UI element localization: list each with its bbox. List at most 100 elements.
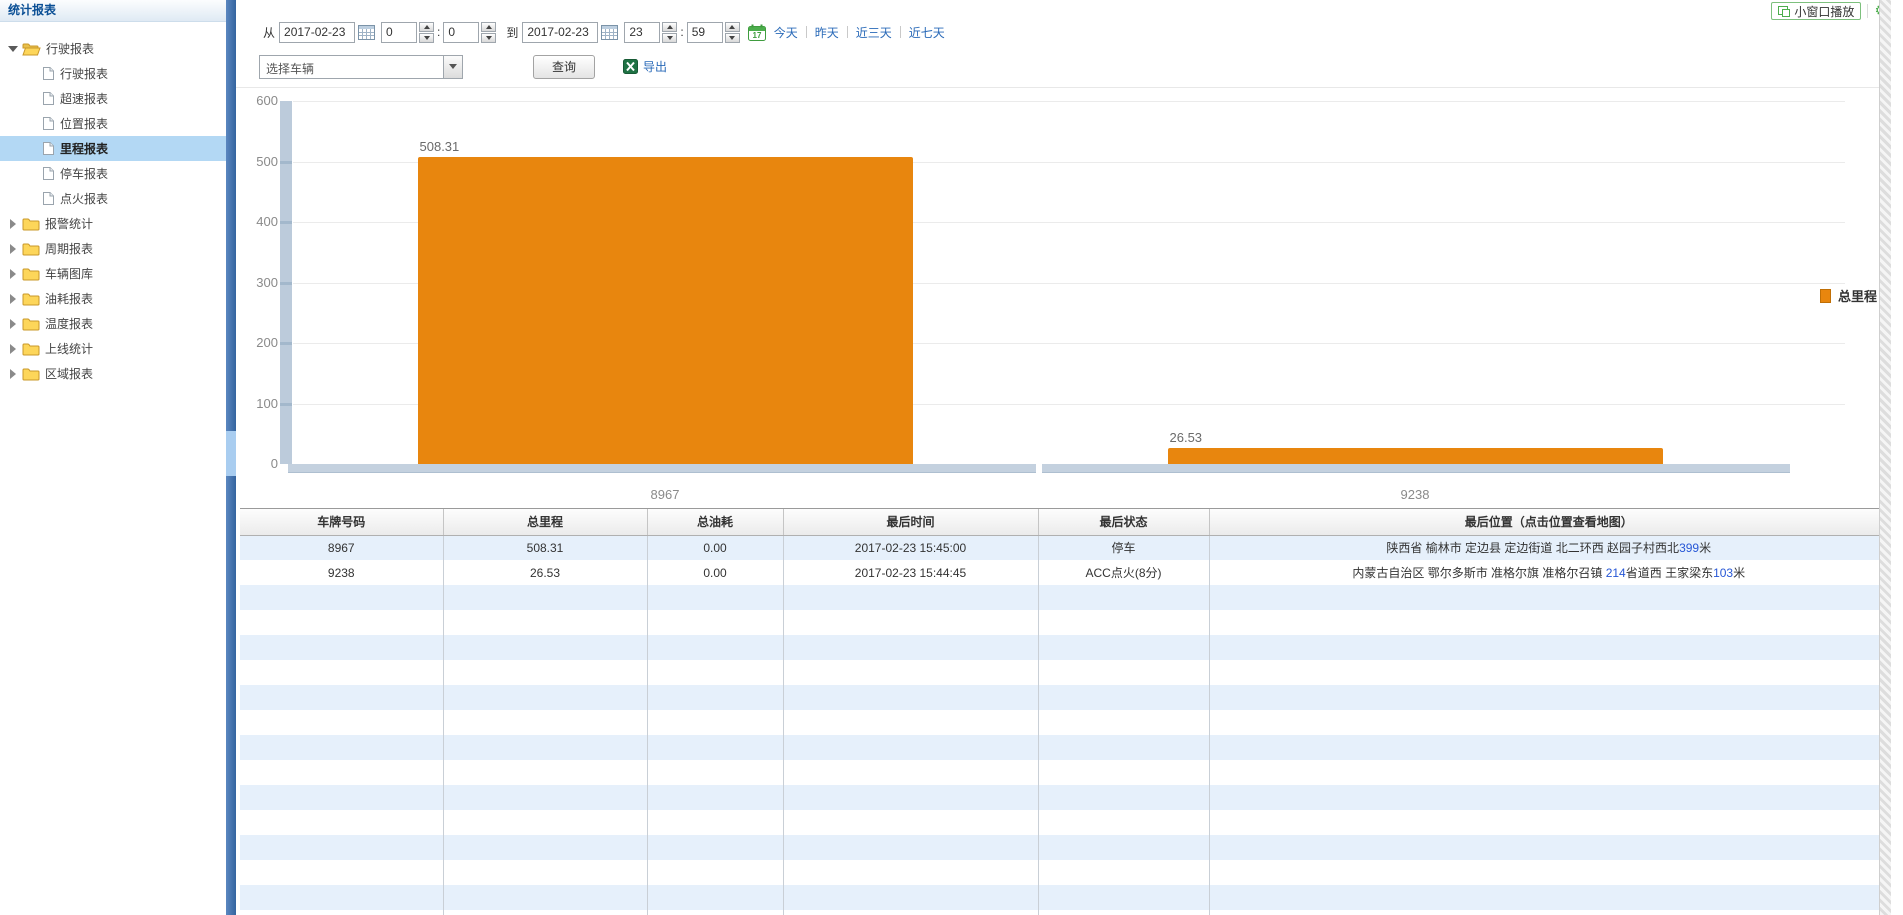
sidebar-item-周期报表[interactable]: 周期报表	[0, 236, 226, 261]
spin-up-icon[interactable]	[662, 22, 677, 32]
column-header-4[interactable]: 最后时间	[783, 509, 1038, 535]
from-minute-input[interactable]	[443, 22, 479, 43]
sidebar-item-报警统计[interactable]: 报警统计	[0, 211, 226, 236]
expand-arrow-icon[interactable]	[6, 344, 20, 354]
from-minute-spinner[interactable]	[481, 22, 496, 43]
spin-up-icon[interactable]	[481, 22, 496, 32]
sidebar-item-区域报表[interactable]: 区域报表	[0, 361, 226, 386]
quick-link-今天[interactable]: 今天	[774, 24, 798, 41]
sidebar-item-停车报表[interactable]: 停车报表	[0, 161, 226, 186]
table-row[interactable]: 923826.530.002017-02-23 15:44:45ACC点火(8分…	[240, 560, 1888, 585]
cell-4-4	[783, 610, 1038, 635]
cell-9-3	[647, 735, 783, 760]
sidebar-splitter[interactable]	[226, 0, 236, 915]
sidebar-item-超速报表[interactable]: 超速报表	[0, 86, 226, 111]
cell-9-5	[1038, 735, 1209, 760]
cell-5-5	[1038, 635, 1209, 660]
cell-5-4	[783, 635, 1038, 660]
column-header-5[interactable]: 最后状态	[1038, 509, 1209, 535]
to-hour-input[interactable]	[624, 22, 660, 43]
cell-12-3	[647, 810, 783, 835]
vehicle-select-value[interactable]: 选择车辆	[259, 55, 443, 79]
to-date-input[interactable]	[522, 22, 598, 43]
spin-down-icon[interactable]	[662, 33, 677, 43]
chevron-down-icon[interactable]	[443, 55, 463, 79]
cell-5-3	[647, 635, 783, 660]
quick-link-近三天[interactable]: 近三天	[856, 24, 892, 41]
last-position-link[interactable]: 内蒙古自治区 鄂尔多斯市 准格尔旗 准格尔召镇 214省道西 王家梁东103米	[1209, 560, 1888, 585]
document-icon	[42, 141, 55, 156]
quick-link-昨天[interactable]: 昨天	[815, 24, 839, 41]
spin-down-icon[interactable]	[481, 33, 496, 43]
column-header-1[interactable]: 车牌号码	[240, 509, 443, 535]
folder-icon	[22, 317, 40, 331]
sidebar-title: 统计报表	[0, 0, 226, 22]
vehicle-select[interactable]: 选择车辆	[259, 55, 463, 79]
quick-link-近七天[interactable]: 近七天	[909, 24, 945, 41]
last-position-link[interactable]: 陕西省 榆林市 定边县 定边街道 北二环西 赵园子村西北399米	[1209, 535, 1888, 560]
cell-9-4	[783, 735, 1038, 760]
spin-up-icon[interactable]	[419, 22, 434, 32]
from-hour-spinner[interactable]	[419, 22, 434, 43]
query-toolbar: 从 : 到 : 1	[236, 14, 1891, 88]
to-hour-spinner[interactable]	[662, 22, 677, 43]
sidebar-item-行驶报表[interactable]: 行驶报表	[0, 36, 226, 61]
sidebar-item-行驶报表[interactable]: 行驶报表	[0, 61, 226, 86]
tree-item-label: 超速报表	[60, 90, 108, 107]
right-collapsed-splitter[interactable]	[1879, 0, 1891, 915]
query-button[interactable]: 查询	[533, 55, 595, 79]
cell-10-2	[443, 760, 647, 785]
folder-icon	[22, 217, 40, 231]
from-date-calendar-icon[interactable]	[358, 24, 375, 40]
folder-icon	[22, 292, 40, 306]
to-date-calendar-icon[interactable]	[601, 24, 618, 40]
expand-arrow-icon[interactable]	[6, 294, 20, 304]
tree-item-label: 行驶报表	[60, 65, 108, 82]
sidebar-item-点火报表[interactable]: 点火报表	[0, 186, 226, 211]
tree-item-label: 位置报表	[60, 115, 108, 132]
to-minute-spinner[interactable]	[725, 22, 740, 43]
from-hour-input[interactable]	[381, 22, 417, 43]
tree-item-label: 车辆图库	[45, 265, 93, 282]
from-date-input[interactable]	[279, 22, 355, 43]
quick-calendar-icon[interactable]: 17	[748, 24, 766, 41]
column-header-6[interactable]: 最后位置（点击位置查看地图）	[1209, 509, 1888, 535]
to-minute-input[interactable]	[687, 22, 723, 43]
cell-1-3: 0.00	[647, 535, 783, 560]
cell-5-2	[443, 635, 647, 660]
table-row[interactable]: 8967508.310.002017-02-23 15:45:00停车陕西省 榆…	[240, 535, 1888, 560]
sidebar-item-车辆图库[interactable]: 车辆图库	[0, 261, 226, 286]
collapse-arrow-icon[interactable]	[6, 46, 20, 52]
cell-6-1	[240, 660, 443, 685]
folder-icon	[22, 42, 41, 56]
spin-down-icon[interactable]	[419, 33, 434, 43]
sidebar-item-里程报表[interactable]: 里程报表	[0, 136, 226, 161]
sidebar-item-油耗报表[interactable]: 油耗报表	[0, 286, 226, 311]
y-axis-notch	[280, 161, 292, 164]
expand-arrow-icon[interactable]	[6, 369, 20, 379]
column-header-2[interactable]: 总里程	[443, 509, 647, 535]
chart-legend[interactable]: 总里程	[1820, 286, 1877, 305]
splitter-collapse-handle[interactable]	[226, 431, 236, 476]
spin-up-icon[interactable]	[725, 22, 740, 32]
chart-bar-8967[interactable]	[418, 157, 913, 465]
spin-down-icon[interactable]	[725, 33, 740, 43]
chart-bar-9238[interactable]	[1168, 448, 1663, 464]
expand-arrow-icon[interactable]	[6, 219, 20, 229]
cell-9-6	[1209, 735, 1888, 760]
cell-11-5	[1038, 785, 1209, 810]
sidebar-item-上线统计[interactable]: 上线统计	[0, 336, 226, 361]
y-axis-notch	[280, 221, 292, 224]
expand-arrow-icon[interactable]	[6, 269, 20, 279]
cell-13-1	[240, 835, 443, 860]
sidebar-item-位置报表[interactable]: 位置报表	[0, 111, 226, 136]
tree-item-label: 油耗报表	[45, 290, 93, 307]
column-header-3[interactable]: 总油耗	[647, 509, 783, 535]
expand-arrow-icon[interactable]	[6, 244, 20, 254]
sidebar-item-温度报表[interactable]: 温度报表	[0, 311, 226, 336]
cell-13-4	[783, 835, 1038, 860]
cell-7-6	[1209, 685, 1888, 710]
x-axis-segment	[1042, 464, 1790, 473]
expand-arrow-icon[interactable]	[6, 319, 20, 329]
export-button[interactable]: 导出	[623, 58, 667, 75]
